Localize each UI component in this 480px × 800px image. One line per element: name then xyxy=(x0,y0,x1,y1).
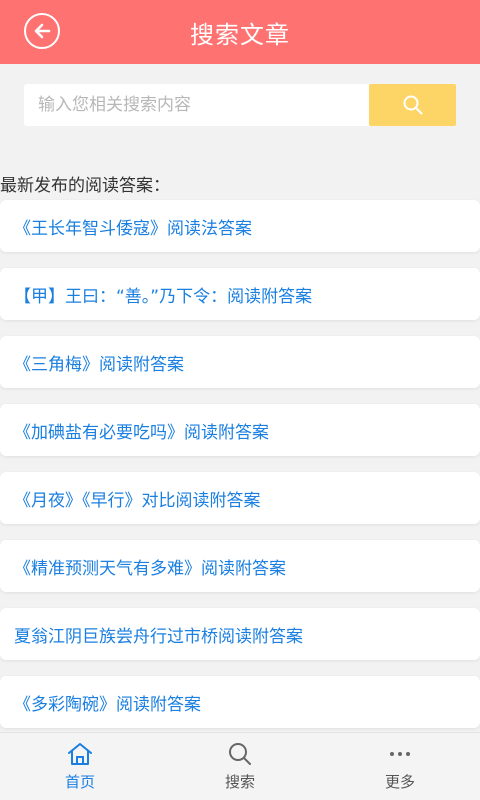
back-arrow-icon xyxy=(34,23,51,39)
nav-more-label: 更多 xyxy=(384,773,415,791)
search-icon xyxy=(403,95,422,115)
article-item[interactable]: 《月夜》《早行》对比阅读附答案 xyxy=(0,472,480,524)
nav-home[interactable]: 首页 xyxy=(40,741,120,792)
nav-search[interactable]: 搜索 xyxy=(200,741,280,792)
article-item[interactable]: 《加碘盐有必要吃吗》阅读附答案 xyxy=(0,404,480,456)
bottom-nav: 首页 搜索 更多 xyxy=(0,732,480,800)
page-title: 搜索文章 xyxy=(190,20,290,49)
nav-more[interactable]: 更多 xyxy=(360,741,440,792)
app-header: 搜索文章 xyxy=(0,0,480,64)
article-item[interactable]: 夏翁江阴巨族尝舟行过市桥阅读附答案 xyxy=(0,608,480,660)
search-input[interactable] xyxy=(24,84,368,126)
search-icon xyxy=(229,743,251,765)
article-item[interactable]: 【甲】王曰：“善。”乃下令：阅读附答案 xyxy=(0,268,480,320)
article-item[interactable]: 《精准预测天气有多难》阅读附答案 xyxy=(0,540,480,592)
home-icon xyxy=(68,743,92,765)
search-box xyxy=(24,84,456,126)
search-button[interactable] xyxy=(369,84,456,126)
article-item[interactable]: 《多彩陶碗》阅读附答案 xyxy=(0,676,480,728)
section-title: 最新发布的阅读答案： xyxy=(0,176,170,196)
back-button[interactable] xyxy=(24,13,60,49)
nav-home-label: 首页 xyxy=(64,773,95,791)
article-item[interactable]: 《王长年智斗倭寇》阅读法答案 xyxy=(0,200,480,252)
nav-search-label: 搜索 xyxy=(224,773,255,791)
search-area xyxy=(0,64,480,146)
article-item[interactable]: 《三角梅》阅读附答案 xyxy=(0,336,480,388)
more-dots-icon xyxy=(390,752,410,756)
